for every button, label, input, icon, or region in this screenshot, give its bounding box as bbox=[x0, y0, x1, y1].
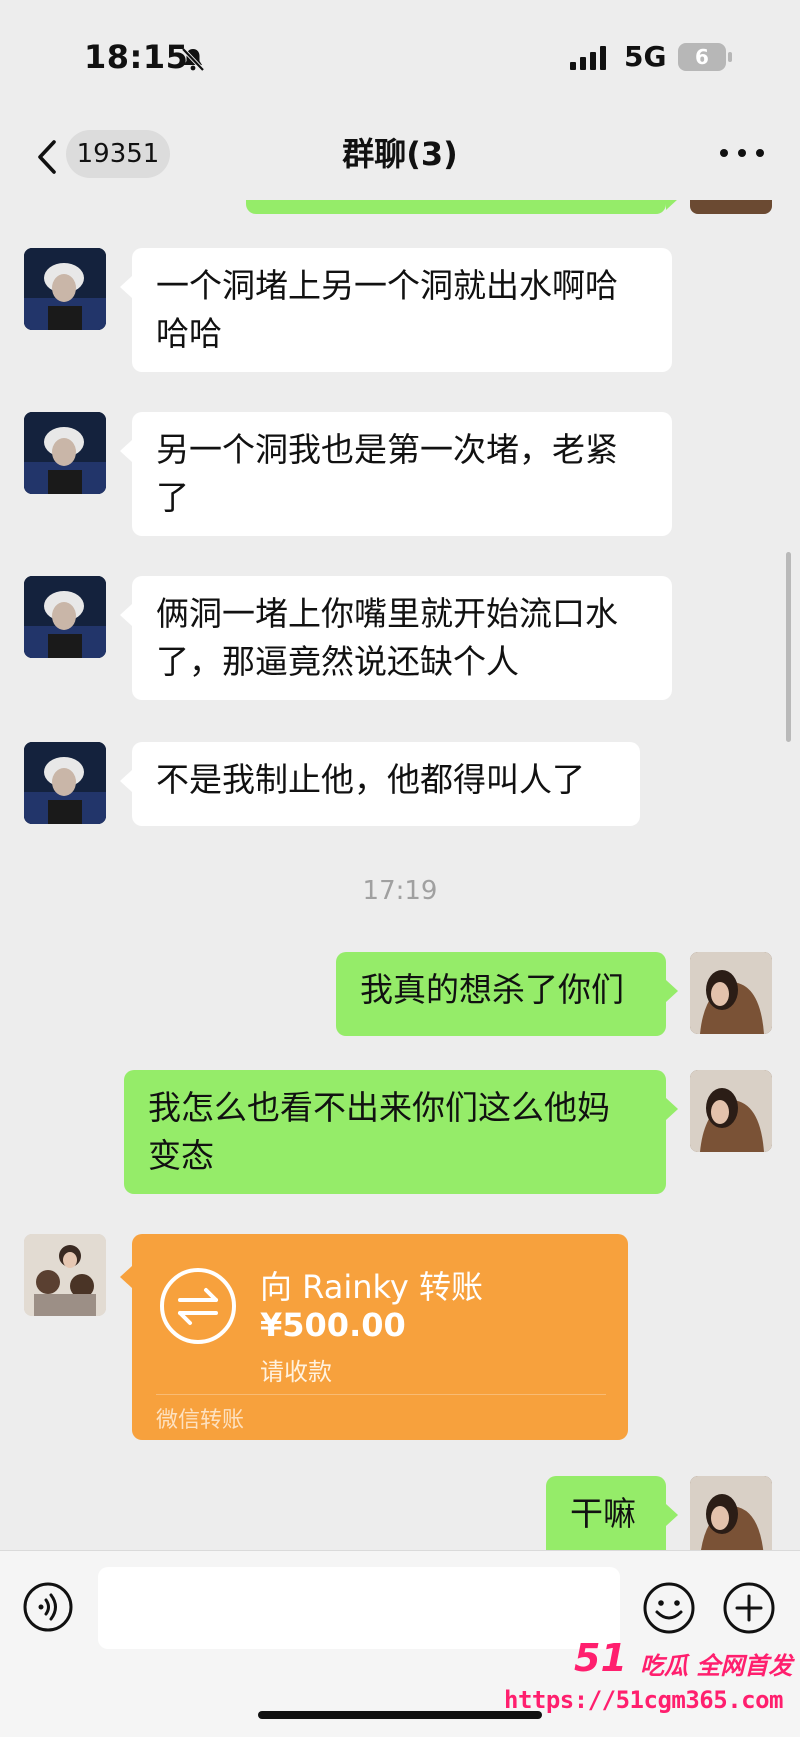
chat-title: 群聊(3) bbox=[342, 135, 458, 173]
message-text: 俩洞一堵上你嘴里就开始流口水了，那逼竟然说还缺个人 bbox=[156, 594, 618, 681]
signal-icon bbox=[570, 46, 610, 70]
avatar-self[interactable] bbox=[690, 952, 772, 1034]
battery-icon: 6 bbox=[678, 43, 726, 71]
battery-tip bbox=[728, 52, 732, 62]
avatar-self[interactable] bbox=[690, 1476, 772, 1550]
transfer-divider bbox=[156, 1394, 606, 1395]
avatar-self[interactable] bbox=[690, 1070, 772, 1152]
message-bubble-self[interactable]: 我真的想杀了你们 bbox=[336, 952, 678, 1036]
site-watermark: 51 吃瓜 全网首发 https://51cgm365.com bbox=[498, 1636, 794, 1728]
transfer-footer: 微信转账 bbox=[156, 1408, 245, 1433]
message-timestamp: 17:19 bbox=[362, 876, 438, 906]
more-options-icon[interactable] bbox=[720, 146, 764, 160]
avatar-family-photo[interactable] bbox=[24, 1234, 106, 1316]
emoji-icon[interactable] bbox=[642, 1581, 696, 1635]
transfer-amount: ¥500.00 bbox=[260, 1306, 406, 1344]
message-list[interactable]: 一个洞堵上另一个洞就出水啊哈哈哈 另一个洞我也是第一次堵，老紧了 俩洞一堵上你嘴… bbox=[0, 200, 800, 1550]
avatar-white-hair[interactable] bbox=[24, 742, 106, 824]
chat-header: 19351 群聊(3) bbox=[0, 110, 800, 200]
avatar-white-hair[interactable] bbox=[24, 248, 106, 330]
message-text: 一个洞堵上另一个洞就出水啊哈哈哈 bbox=[156, 266, 618, 353]
message-text: 另一个洞我也是第一次堵，老紧了 bbox=[156, 430, 618, 517]
message-text: 不是我制止他，他都得叫人了 bbox=[156, 760, 585, 799]
network-type: 5G bbox=[624, 40, 667, 73]
message-bubble-self[interactable]: 干嘛 bbox=[546, 1476, 678, 1550]
chat-scrollbar[interactable] bbox=[786, 552, 791, 742]
message-text: 我怎么也看不出来你们这么他妈变态 bbox=[148, 1088, 610, 1175]
transfer-arrows-icon bbox=[160, 1268, 236, 1344]
message-bubble-self[interactable]: 我怎么也看不出来你们这么他妈变态 bbox=[124, 1070, 678, 1194]
avatar-self bbox=[690, 200, 772, 214]
transfer-recipient: 向 Rainky 转账 bbox=[260, 1268, 483, 1306]
mute-bell-icon bbox=[181, 47, 205, 72]
watermark-url: https://51cgm365.com bbox=[504, 1686, 783, 1714]
watermark-slogan: 吃瓜 全网首发 bbox=[640, 1652, 793, 1680]
message-bubble[interactable]: 俩洞一堵上你嘴里就开始流口水了，那逼竟然说还缺个人 bbox=[120, 576, 672, 700]
message-text: 我真的想杀了你们 bbox=[360, 970, 624, 1009]
message-bubble[interactable]: 不是我制止他，他都得叫人了 bbox=[120, 742, 640, 826]
transfer-status: 请收款 bbox=[260, 1358, 332, 1386]
message-bubble[interactable]: 另一个洞我也是第一次堵，老紧了 bbox=[120, 412, 672, 536]
status-bar: 18:15 5G 6 bbox=[0, 0, 800, 110]
voice-input-icon[interactable] bbox=[22, 1581, 74, 1633]
avatar-white-hair[interactable] bbox=[24, 412, 106, 494]
status-time: 18:15 bbox=[84, 38, 189, 76]
avatar-white-hair[interactable] bbox=[24, 576, 106, 658]
message-text: 干嘛 bbox=[570, 1494, 636, 1533]
watermark-logo: 51 bbox=[574, 1636, 627, 1680]
partial-outgoing-bubble bbox=[246, 200, 678, 214]
plus-icon[interactable] bbox=[722, 1581, 776, 1635]
message-bubble[interactable]: 一个洞堵上另一个洞就出水啊哈哈哈 bbox=[120, 248, 672, 372]
wechat-transfer-card[interactable]: 向 Rainky 转账 ¥500.00 请收款 微信转账 bbox=[120, 1234, 628, 1440]
